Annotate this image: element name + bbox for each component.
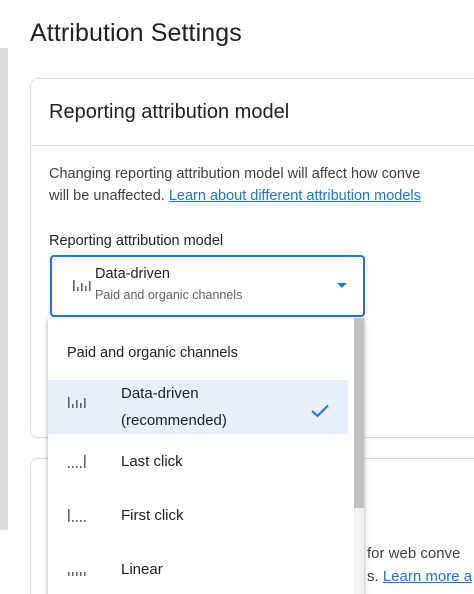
card-description: Changing reporting attribution model wil… [49, 163, 474, 207]
secondary-card-text: for web conve s. Learn more a [367, 542, 472, 588]
checkmark-icon [311, 404, 329, 418]
recommended-label: (recommended) [121, 412, 227, 429]
data-driven-bars-icon [68, 397, 86, 408]
dropdown-item-last-click[interactable]: Last click [48, 446, 348, 480]
dropdown-item-data-driven[interactable]: Data-driven (recommended) [48, 380, 348, 434]
select-value: Data-driven [95, 266, 170, 282]
dropdown-item-label: Last click [121, 453, 183, 470]
last-click-bars-icon [68, 455, 86, 468]
learn-about-models-link[interactable]: Learn about different attribution models [169, 188, 421, 204]
dropdown-item-linear[interactable]: Linear [48, 554, 348, 588]
description-line-2: will be unaffected. Learn about differen… [49, 185, 474, 207]
card-divider [31, 145, 474, 146]
left-rail [0, 48, 8, 530]
attribution-model-dropdown: Paid and organic channels Data-driven (r… [48, 318, 364, 594]
select-subtext: Paid and organic channels [95, 288, 243, 302]
dropdown-item-label: Linear [121, 561, 163, 578]
secondary-line-1: for web conve [367, 545, 461, 562]
description-line-2-prefix: will be unaffected. [49, 188, 169, 204]
field-label: Reporting attribution model [49, 233, 224, 249]
dropdown-group-header: Paid and organic channels [67, 345, 238, 361]
linear-bars-icon [68, 572, 86, 576]
chevron-down-icon [337, 283, 347, 288]
page-title: Attribution Settings [30, 19, 242, 47]
card-title: Reporting attribution model [49, 101, 290, 123]
attribution-model-select[interactable]: Data-driven Paid and organic channels [50, 255, 365, 317]
dropdown-scrollbar-thumb[interactable] [354, 318, 364, 508]
description-line-1: Changing reporting attribution model wil… [49, 166, 421, 182]
first-click-bars-icon [68, 509, 86, 522]
dropdown-item-first-click[interactable]: First click [48, 500, 348, 534]
data-driven-bars-icon [73, 280, 91, 291]
secondary-line-2-prefix: s. [367, 568, 383, 585]
dropdown-item-label: Data-driven (recommended) [121, 380, 227, 434]
dropdown-item-label-main: Data-driven [121, 385, 199, 402]
secondary-line-2: s. Learn more a [367, 565, 472, 588]
dropdown-item-label: First click [121, 507, 184, 524]
learn-more-link[interactable]: Learn more a [383, 568, 472, 585]
